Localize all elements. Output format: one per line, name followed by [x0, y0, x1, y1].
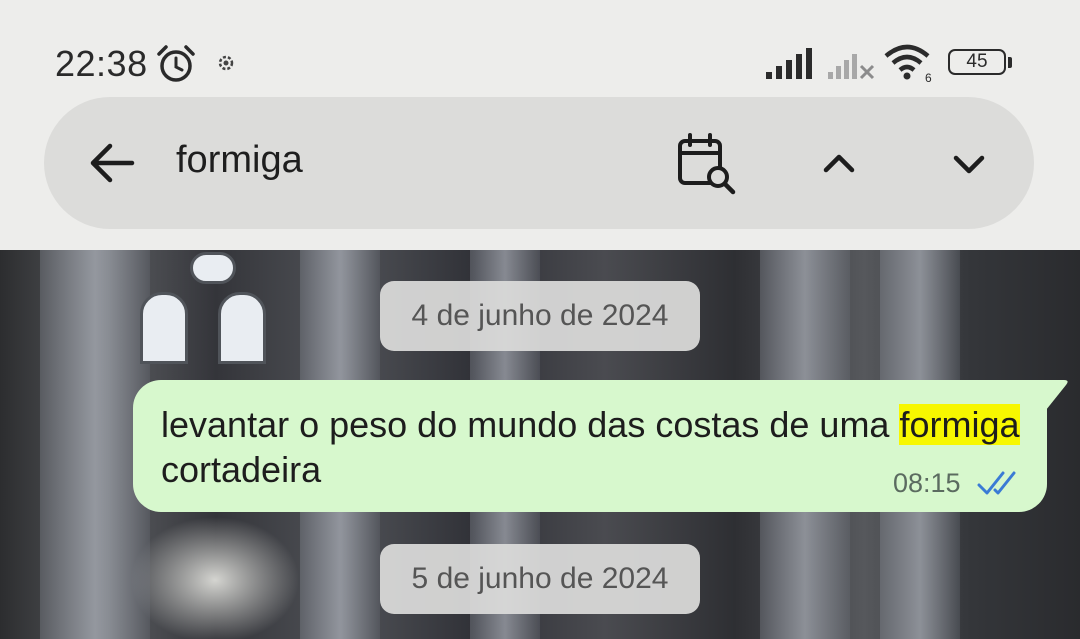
signal-no-service-icon [828, 54, 875, 80]
wallpaper-window [218, 292, 266, 364]
calendar-search-button[interactable] [674, 133, 740, 195]
signal-icon [766, 48, 812, 79]
search-highlight: formiga [899, 404, 1020, 445]
wifi-icon: 6 [884, 44, 932, 84]
date-separator-label: 5 de junho de 2024 [411, 562, 669, 595]
status-time: 22:38 [55, 43, 148, 84]
message-text-before: levantar o peso do mundo das costas de u… [161, 404, 900, 445]
calendar-search-icon [678, 133, 736, 195]
wallpaper-window [190, 252, 236, 284]
message-text: levantar o peso do mundo das costas de u… [161, 402, 1021, 492]
chevron-down-icon [953, 155, 985, 174]
next-result-button[interactable] [944, 139, 994, 189]
date-separator-label: 4 de junho de 2024 [411, 299, 669, 332]
date-separator: 4 de junho de 2024 [380, 281, 700, 351]
alarm-clock-icon [157, 45, 195, 82]
double-check-icon [977, 471, 1016, 495]
chevron-up-icon [823, 154, 855, 173]
gear-icon [218, 55, 234, 71]
message-time: 08:15 [893, 468, 961, 498]
battery-icon: 45 [948, 49, 1012, 79]
wifi-badge: 6 [925, 71, 932, 84]
message-bubble[interactable]: levantar o peso do mundo das costas de u… [133, 380, 1047, 512]
back-button[interactable] [84, 135, 140, 191]
status-bar: 22:38 6 45 [0, 0, 1080, 96]
arrow-left-icon [90, 143, 135, 183]
date-separator: 5 de junho de 2024 [380, 544, 700, 614]
battery-level: 45 [966, 51, 988, 72]
search-bar: formiga [44, 97, 1034, 229]
message-text-after: cortadeira [161, 449, 322, 490]
wallpaper-window [140, 292, 188, 364]
search-input[interactable]: formiga [176, 139, 303, 182]
previous-result-button[interactable] [814, 139, 864, 189]
